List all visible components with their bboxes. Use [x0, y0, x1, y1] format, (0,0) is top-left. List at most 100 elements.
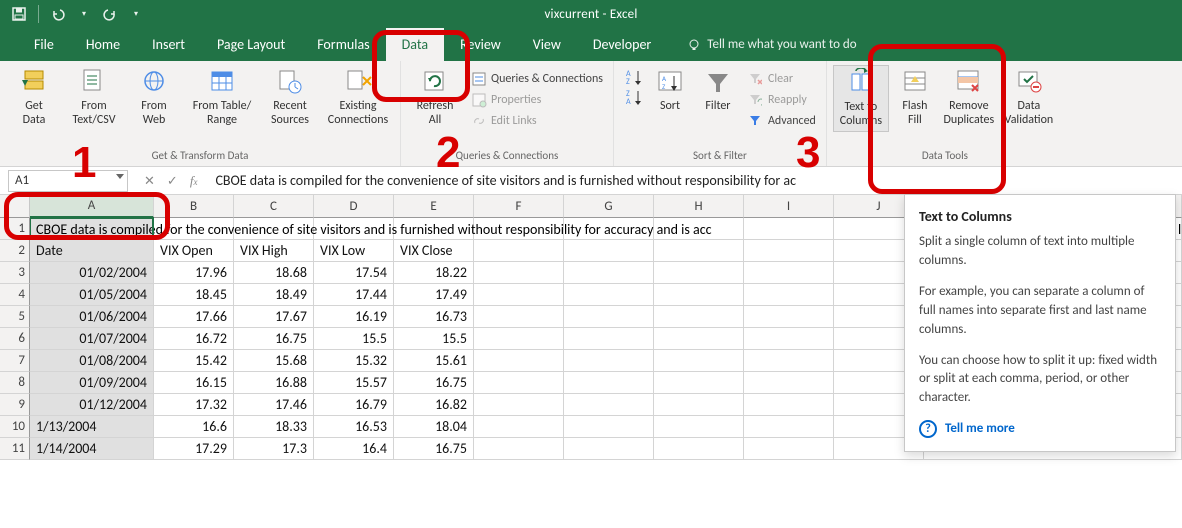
reapply-button[interactable]: Reapply [744, 90, 820, 110]
column-header[interactable]: C [234, 195, 314, 218]
cell[interactable] [654, 372, 744, 394]
name-box[interactable]: A1 [8, 170, 128, 192]
cell[interactable]: 15.61 [394, 350, 474, 372]
cell[interactable] [474, 262, 564, 284]
cell[interactable]: 17.32 [154, 394, 234, 416]
cell[interactable] [654, 240, 744, 262]
text-to-columns-button[interactable]: Text toColumns [833, 65, 889, 132]
cell[interactable] [744, 306, 834, 328]
cell[interactable]: 16.6 [154, 416, 234, 438]
cell[interactable] [474, 240, 564, 262]
cell[interactable] [314, 218, 394, 240]
row-header[interactable]: 2 [0, 240, 30, 262]
cell[interactable] [154, 218, 234, 240]
cell[interactable]: 15.68 [234, 350, 314, 372]
row-header[interactable]: 6 [0, 328, 30, 350]
cell[interactable] [564, 438, 654, 460]
tab-developer[interactable]: Developer [577, 28, 667, 61]
filter-button[interactable]: Filter [696, 65, 740, 115]
cell[interactable] [474, 372, 564, 394]
column-header[interactable]: G [564, 195, 654, 218]
row-header[interactable]: 7 [0, 350, 30, 372]
cell[interactable]: 01/06/2004 [30, 306, 154, 328]
cell[interactable] [744, 262, 834, 284]
cell[interactable]: 17.44 [314, 284, 394, 306]
sort-za-button[interactable]: ZA [620, 85, 644, 105]
cell[interactable] [30, 218, 154, 240]
cell[interactable]: 17.54 [314, 262, 394, 284]
cell[interactable]: 01/12/2004 [30, 394, 154, 416]
properties-button[interactable]: Properties [467, 90, 607, 110]
cell[interactable]: VIX High [234, 240, 314, 262]
cell[interactable] [744, 240, 834, 262]
column-header[interactable]: F [474, 195, 564, 218]
formula-input[interactable]: CBOE data is compiled for the convenienc… [207, 172, 1182, 189]
cell[interactable]: 1/13/2004 [30, 416, 154, 438]
sort-button[interactable]: AZ Sort [648, 65, 692, 115]
cell[interactable]: 16.72 [154, 328, 234, 350]
cell[interactable]: 15.42 [154, 350, 234, 372]
tell-me-more-link[interactable]: ? Tell me more [919, 420, 1161, 439]
cell[interactable] [744, 350, 834, 372]
recent-sources-button[interactable]: RecentSources [262, 65, 318, 130]
tell-me-input[interactable]: Tell me what you want to do [667, 28, 856, 61]
cell[interactable]: 17.66 [154, 306, 234, 328]
cell[interactable]: 17.96 [154, 262, 234, 284]
cell[interactable]: 17.49 [394, 284, 474, 306]
cell[interactable]: 18.33 [234, 416, 314, 438]
existing-connections-button[interactable]: ExistingConnections [322, 65, 394, 130]
cell[interactable]: 16.73 [394, 306, 474, 328]
cell[interactable]: 18.04 [394, 416, 474, 438]
tab-formulas[interactable]: Formulas [301, 28, 385, 61]
cell[interactable] [744, 394, 834, 416]
row-header[interactable]: 9 [0, 394, 30, 416]
cell[interactable]: 17.3 [234, 438, 314, 460]
cell[interactable]: 15.5 [314, 328, 394, 350]
cell[interactable]: 17.29 [154, 438, 234, 460]
sort-az-button[interactable]: AZ [620, 65, 644, 85]
fx-icon[interactable]: fx [190, 173, 198, 189]
queries-connections-button[interactable]: Queries & Connections [467, 69, 607, 89]
cell[interactable] [394, 218, 474, 240]
column-header[interactable]: B [154, 195, 234, 218]
cell[interactable]: 16.53 [314, 416, 394, 438]
cell[interactable]: 16.19 [314, 306, 394, 328]
cell[interactable]: Date [30, 240, 154, 262]
cell[interactable] [744, 438, 834, 460]
cell[interactable]: 17.67 [234, 306, 314, 328]
tab-view[interactable]: View [517, 28, 577, 61]
cell[interactable] [564, 328, 654, 350]
row-header[interactable]: 3 [0, 262, 30, 284]
tab-review[interactable]: Review [444, 28, 517, 61]
cell[interactable]: 18.22 [394, 262, 474, 284]
column-header[interactable]: I [744, 195, 834, 218]
cell[interactable]: 01/05/2004 [30, 284, 154, 306]
cell[interactable] [654, 350, 744, 372]
cell[interactable]: 15.5 [394, 328, 474, 350]
cell[interactable]: 16.4 [314, 438, 394, 460]
from-text-csv-button[interactable]: FromText/CSV [66, 65, 122, 130]
enter-icon[interactable]: ✓ [167, 173, 178, 189]
column-header[interactable]: D [314, 195, 394, 218]
row-header[interactable]: 8 [0, 372, 30, 394]
cell[interactable] [654, 306, 744, 328]
cell[interactable] [654, 328, 744, 350]
row-header[interactable]: 10 [0, 416, 30, 438]
cell[interactable] [564, 350, 654, 372]
cell[interactable] [564, 218, 654, 240]
cell[interactable]: 01/02/2004 [30, 262, 154, 284]
cell[interactable] [744, 218, 834, 240]
cell[interactable]: 18.68 [234, 262, 314, 284]
cell[interactable]: 16.75 [234, 328, 314, 350]
cell[interactable] [654, 284, 744, 306]
cell[interactable] [564, 262, 654, 284]
clear-button[interactable]: Clear [744, 69, 820, 89]
advanced-button[interactable]: Advanced [744, 111, 820, 131]
cell[interactable] [474, 350, 564, 372]
remove-duplicates-button[interactable]: RemoveDuplicates [941, 65, 997, 130]
cell[interactable] [474, 218, 564, 240]
row-header[interactable]: 5 [0, 306, 30, 328]
cell[interactable]: 16.15 [154, 372, 234, 394]
row-header[interactable]: 11 [0, 438, 30, 460]
data-validation-button[interactable]: DataValidation [1001, 65, 1057, 130]
